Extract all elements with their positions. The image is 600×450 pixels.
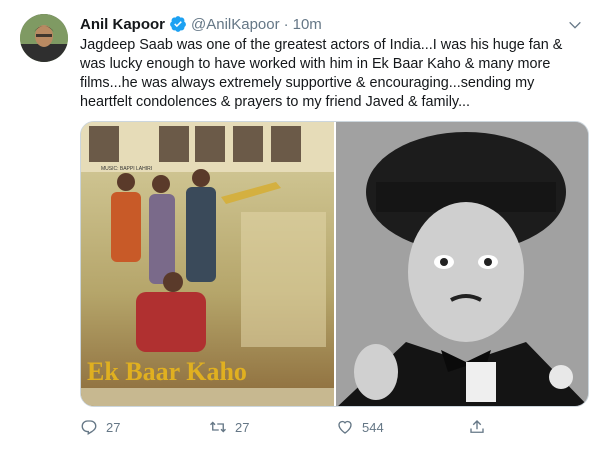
tweet-header: Anil Kapoor @AnilKapoor · 10m bbox=[80, 14, 322, 34]
tweet-text: Jagdeep Saab was one of the greatest act… bbox=[80, 37, 567, 110]
separator-dot: · bbox=[283, 15, 289, 33]
share-button[interactable] bbox=[460, 412, 500, 442]
caret-down-icon[interactable] bbox=[564, 14, 586, 36]
tweet-card[interactable]: Anil Kapoor @AnilKapoor · 10m Jagdeep Sa… bbox=[0, 0, 600, 450]
author-handle[interactable]: @AnilKapoor bbox=[191, 16, 280, 33]
album-cover-image[interactable]: MUSIC: BAPPI LAHIRI Ek Baar Kaho bbox=[81, 122, 334, 406]
avatar[interactable] bbox=[20, 14, 68, 62]
album-title-art: Ek Baar Kaho bbox=[87, 357, 247, 386]
verified-badge-icon bbox=[169, 15, 187, 33]
reply-button[interactable]: 27 bbox=[72, 412, 201, 442]
reply-icon bbox=[72, 412, 106, 442]
like-count: 544 bbox=[362, 419, 384, 435]
like-icon bbox=[328, 412, 362, 442]
share-icon bbox=[460, 412, 494, 442]
like-button[interactable]: 544 bbox=[328, 412, 460, 442]
retweet-button[interactable]: 27 bbox=[201, 412, 328, 442]
actor-photo[interactable] bbox=[334, 122, 588, 406]
retweet-count: 27 bbox=[235, 419, 250, 435]
retweet-icon bbox=[201, 412, 235, 442]
reply-count: 27 bbox=[106, 419, 121, 435]
tweet-actions: 27 27 544 bbox=[72, 412, 512, 442]
avatar-image bbox=[20, 14, 68, 62]
media-grid: MUSIC: BAPPI LAHIRI Ek Baar Kaho bbox=[80, 121, 589, 407]
timestamp[interactable]: 10m bbox=[293, 16, 322, 33]
author-name[interactable]: Anil Kapoor bbox=[80, 16, 165, 33]
album-credit: MUSIC: BAPPI LAHIRI bbox=[101, 166, 152, 172]
